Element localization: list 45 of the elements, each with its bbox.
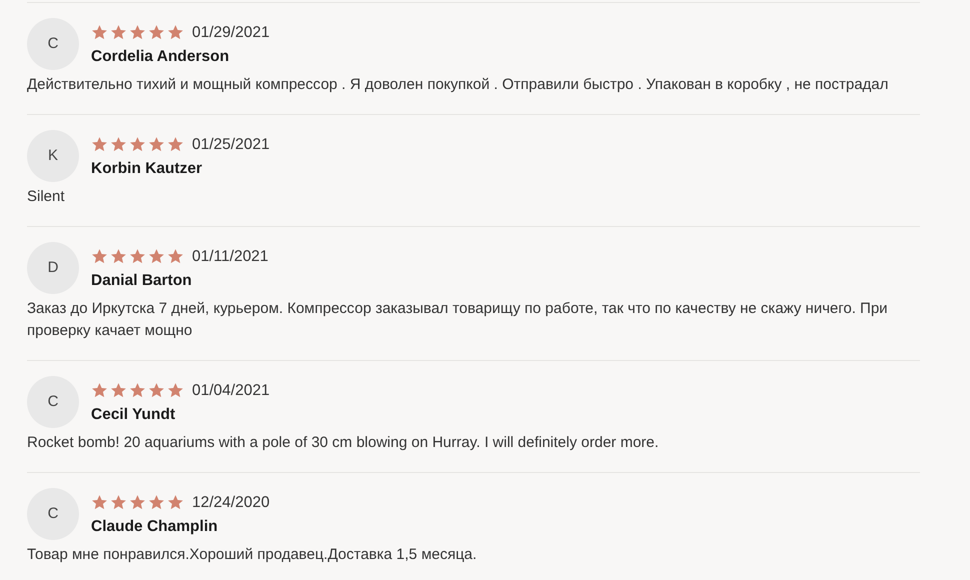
avatar-circle: C [27, 18, 79, 70]
review-text: Silent [27, 187, 66, 207]
review-date: 01/29/2021 [192, 24, 270, 40]
avatar-circle: C [27, 376, 79, 428]
review-text: Заказ до Иркутска 7 дней, курьером. Компрессор заказывал товарищу по работе, так что по качеству не скажу ничего. При проверку качает мощно [27, 299, 889, 341]
star-icon [91, 494, 108, 511]
star-icon [110, 136, 127, 153]
star-icon [91, 382, 108, 399]
avatar-circle: C [27, 488, 79, 540]
star-icon [110, 382, 127, 399]
star-icon [167, 136, 184, 153]
star-icon [148, 248, 165, 265]
avatar-circle: K [27, 130, 79, 182]
review-date: 01/25/2021 [192, 136, 270, 152]
star-icon [129, 136, 146, 153]
review-text: Товар мне понравился.Хороший продавец.Доставка 1,5 месяца. [27, 545, 478, 565]
star-icon [167, 494, 184, 511]
star-icon [129, 382, 146, 399]
reviewer-name: Cordelia Anderson [91, 48, 230, 64]
star-icon [91, 248, 108, 265]
review-text: Rocket bomb! 20 aquariums with a pole of 30 cm blowing on Hurray. I will definitely order more. [27, 433, 660, 453]
review-text: Действительно тихий и мощный компрессор . Я доволен покупкой . Отправили быстро . Упакован в коробку , не пострадал [27, 75, 890, 95]
star-icon [148, 24, 165, 41]
review-date: 01/11/2021 [192, 248, 268, 264]
star-icon [110, 24, 127, 41]
star-icon [129, 248, 146, 265]
reviewer-name: Cecil Yundt [91, 406, 176, 422]
review-date: 12/24/2020 [192, 494, 270, 510]
star-icon [167, 382, 184, 399]
review-date: 01/04/2021 [192, 382, 270, 398]
star-icon [167, 248, 184, 265]
star-icon [148, 494, 165, 511]
star-icon [91, 136, 108, 153]
star-icon [148, 382, 165, 399]
reviewer-name: Danial Barton [91, 272, 193, 288]
star-icon [129, 494, 146, 511]
reviewer-name: Korbin Kautzer [91, 160, 204, 176]
avatar-circle: D [27, 242, 79, 294]
star-icon [110, 494, 127, 511]
star-icon [129, 24, 146, 41]
star-icon [167, 24, 184, 41]
star-icon [148, 136, 165, 153]
star-icon [91, 24, 108, 41]
star-icon [110, 248, 127, 265]
reviewer-name: Claude Champlin [91, 518, 219, 534]
